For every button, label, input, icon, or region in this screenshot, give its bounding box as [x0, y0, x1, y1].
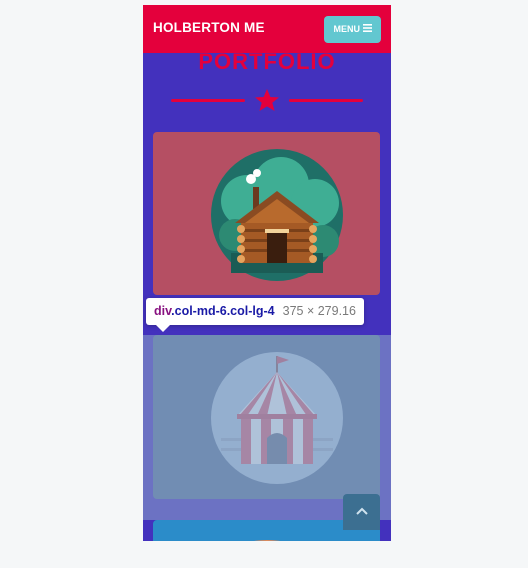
log-cabin-icon — [211, 149, 343, 281]
star-icon — [255, 89, 279, 111]
navbar: HOLBERTON ME MENU — [143, 5, 391, 53]
menu-button[interactable]: MENU — [324, 16, 381, 43]
scroll-to-top-button[interactable] — [343, 494, 380, 530]
mobile-viewport: PORTFOLIO HOLBERTON ME MENU — [143, 5, 391, 541]
menu-label: MENU — [333, 24, 360, 35]
brand-logo[interactable]: HOLBERTON ME — [153, 20, 265, 35]
title-divider — [171, 88, 363, 112]
devtools-tooltip: div.col-md-6.col-lg-4 375 × 279.16 — [146, 298, 364, 325]
tooltip-classes: .col-md-6.col-lg-4 — [171, 304, 275, 318]
tooltip-arrow — [156, 325, 170, 332]
divider-line-right — [289, 99, 363, 102]
tooltip-tag: div — [154, 304, 172, 318]
chevron-up-icon — [355, 507, 368, 515]
devtools-highlight — [143, 335, 391, 520]
divider-line-left — [171, 99, 245, 102]
portfolio-item-cabin[interactable] — [153, 132, 380, 295]
tooltip-size: 375 × 279.16 — [282, 304, 356, 318]
hamburger-icon — [362, 16, 372, 43]
